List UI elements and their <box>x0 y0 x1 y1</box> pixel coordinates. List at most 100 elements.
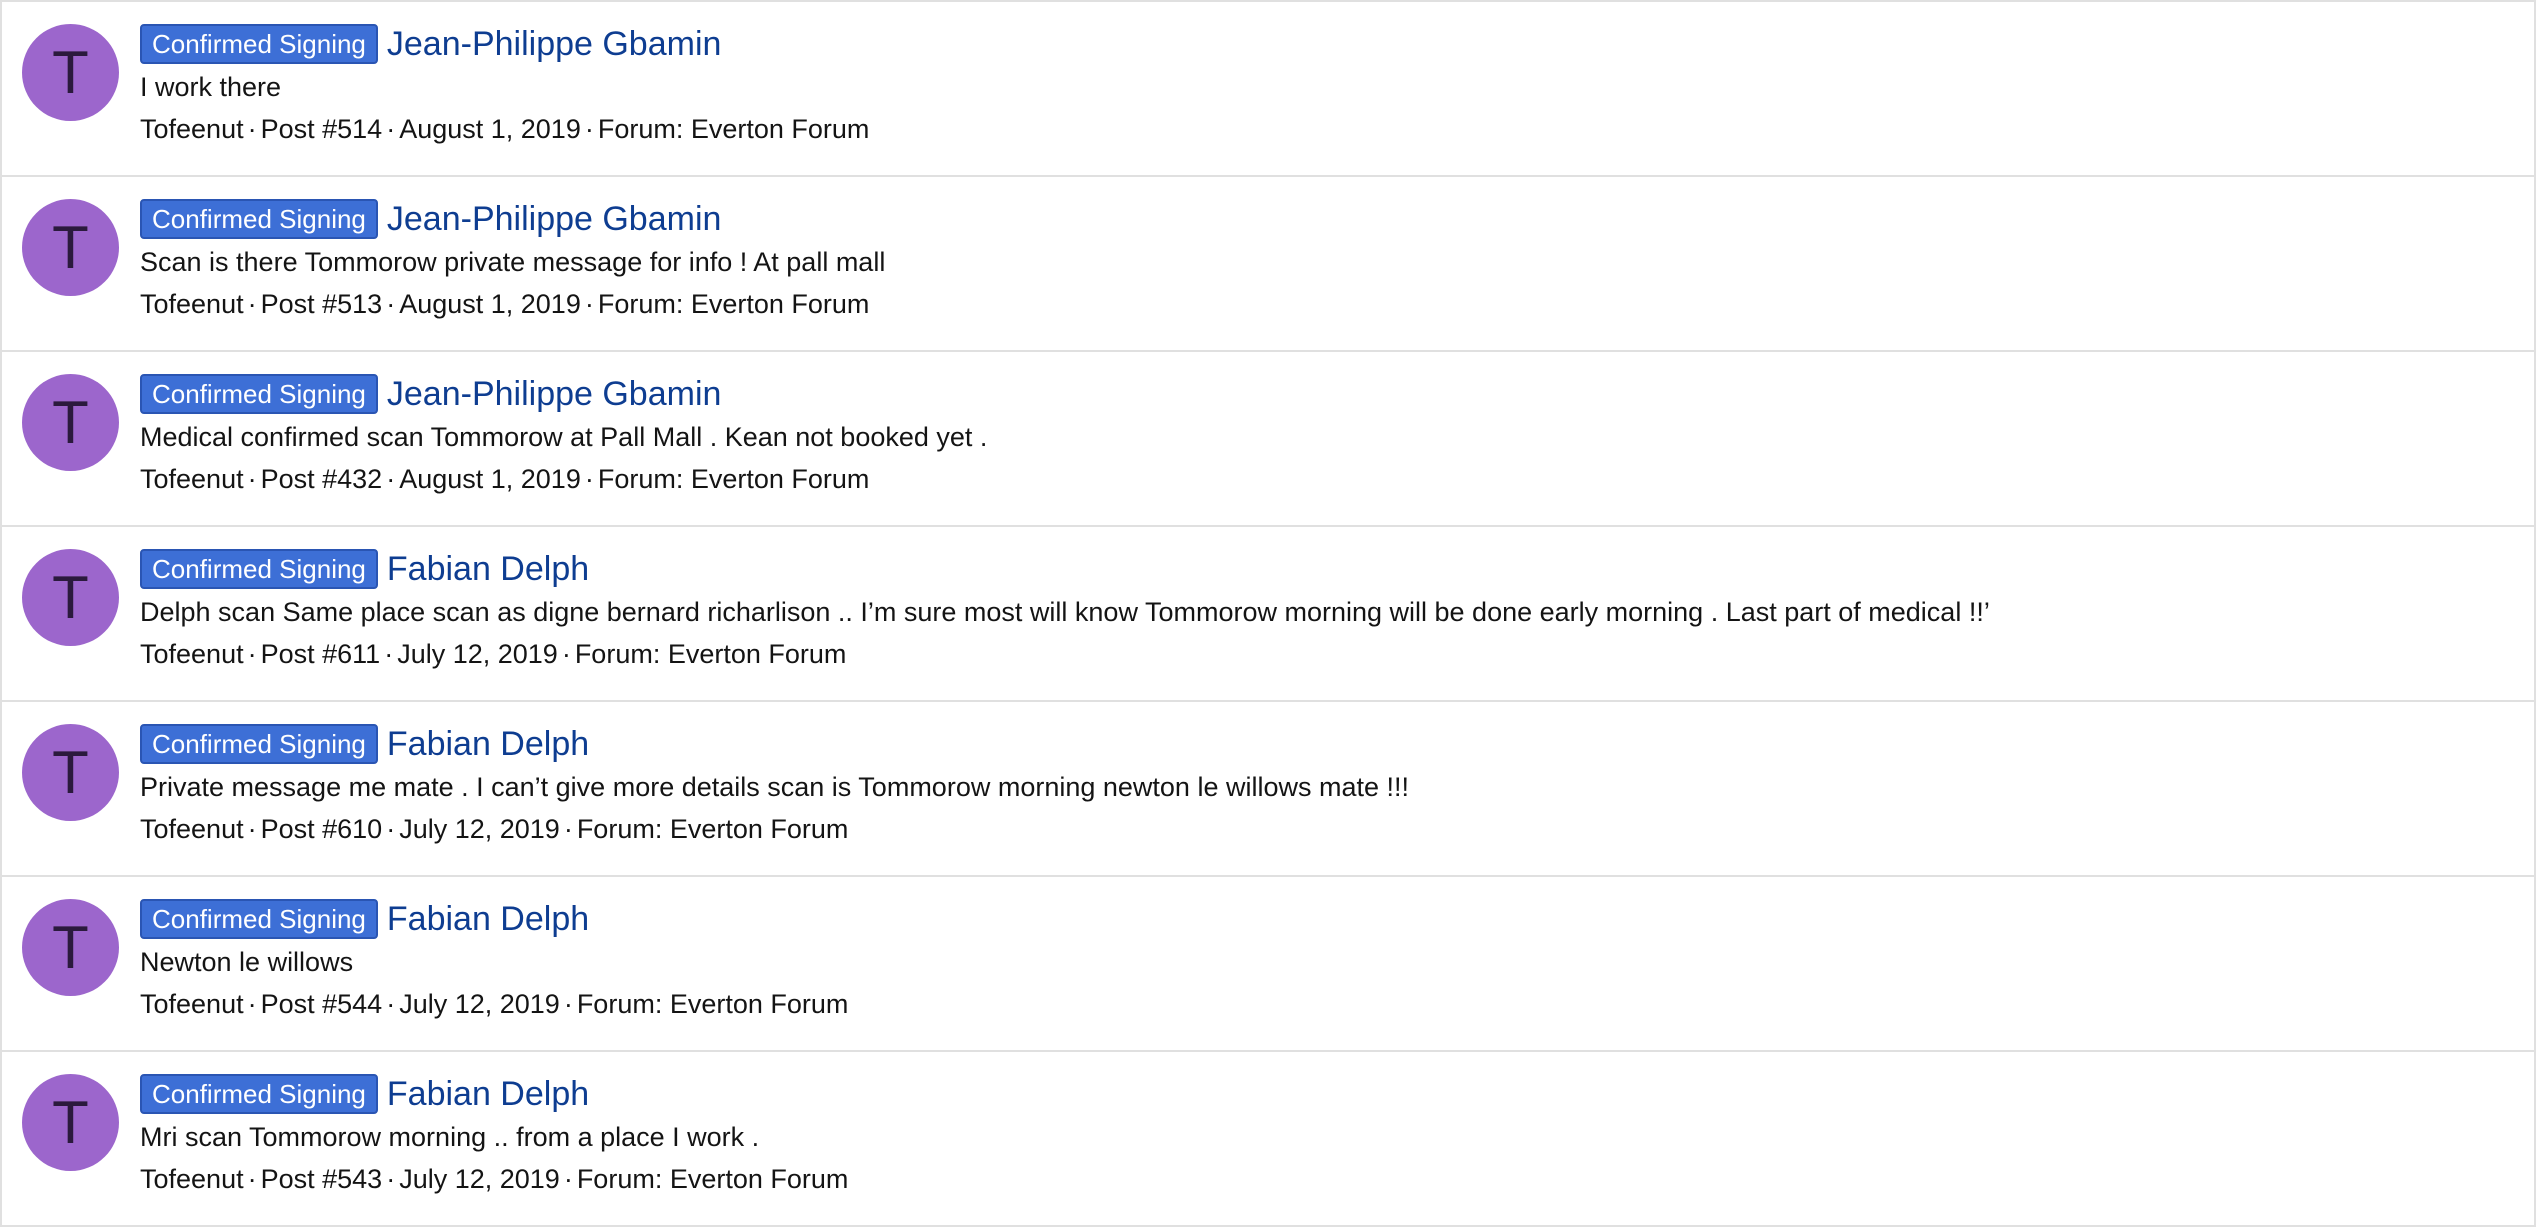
result-title: Confirmed Signing Jean-Philippe Gbamin <box>140 22 2514 66</box>
post-snippet[interactable]: Mri scan Tommorow morning .. from a plac… <box>140 1121 2514 1153</box>
meta-separator: · <box>247 989 257 1019</box>
meta-separator: · <box>584 464 594 494</box>
result-body: Confirmed Signing Jean-Philippe Gbamin Sca… <box>140 197 2514 320</box>
prefix-badge: Confirmed Signing <box>140 724 378 764</box>
result-meta: Tofeenut · Post #544 · July 12, 2019 · Forum: … <box>140 988 2514 1020</box>
meta-separator: · <box>386 814 396 844</box>
result-meta: Tofeenut · Post #543 · July 12, 2019 · Forum: … <box>140 1163 2514 1195</box>
search-result: T Confirmed Signing Jean-Philippe Gbamin Me… <box>2 350 2534 525</box>
result-body: Confirmed Signing Fabian Delph Mri scan To… <box>140 1072 2514 1195</box>
avatar[interactable]: T <box>22 1074 119 1171</box>
result-meta: Tofeenut · Post #432 · August 1, 2019 · Forum:… <box>140 463 2514 495</box>
avatar[interactable]: T <box>22 24 119 121</box>
search-results-list: T Confirmed Signing Jean-Philippe Gbamin I … <box>0 0 2536 1227</box>
author-link[interactable]: Tofeenut <box>140 814 244 844</box>
result-title: Confirmed Signing Fabian Delph <box>140 722 2514 766</box>
post-number-link[interactable]: Post #432 <box>261 464 383 494</box>
post-number-link[interactable]: Post #610 <box>261 814 383 844</box>
thread-title-link[interactable]: Fabian Delph <box>387 900 589 939</box>
post-number-link[interactable]: Post #513 <box>261 289 383 319</box>
prefix-badge: Confirmed Signing <box>140 1074 378 1114</box>
post-date: July 12, 2019 <box>397 639 558 669</box>
post-number-link[interactable]: Post #611 <box>261 639 381 669</box>
meta-separator: · <box>584 289 594 319</box>
result-body: Confirmed Signing Fabian Delph Private mes… <box>140 722 2514 845</box>
post-snippet[interactable]: Delph scan Same place scan as digne bern… <box>140 596 2514 628</box>
author-link[interactable]: Tofeenut <box>140 114 244 144</box>
author-link[interactable]: Tofeenut <box>140 289 244 319</box>
result-title: Confirmed Signing Jean-Philippe Gbamin <box>140 372 2514 416</box>
result-title: Confirmed Signing Fabian Delph <box>140 897 2514 941</box>
meta-separator: · <box>247 814 257 844</box>
forum-link[interactable]: Forum: Everton Forum <box>598 114 870 144</box>
meta-separator: · <box>247 114 257 144</box>
author-link[interactable]: Tofeenut <box>140 989 244 1019</box>
post-snippet[interactable]: Newton le willows <box>140 946 2514 978</box>
avatar[interactable]: T <box>22 549 119 646</box>
search-result: T Confirmed Signing Fabian Delph Delph scan… <box>2 525 2534 700</box>
author-link[interactable]: Tofeenut <box>140 1164 244 1194</box>
meta-separator: · <box>386 1164 396 1194</box>
forum-link[interactable]: Forum: Everton Forum <box>577 1164 849 1194</box>
post-snippet[interactable]: Scan is there Tommorow private message f… <box>140 246 2514 278</box>
post-date: August 1, 2019 <box>399 289 581 319</box>
thread-title-link[interactable]: Fabian Delph <box>387 1075 589 1114</box>
result-body: Confirmed Signing Fabian Delph Delph scan … <box>140 547 2514 670</box>
meta-separator: · <box>386 114 396 144</box>
result-meta: Tofeenut · Post #513 · August 1, 2019 · Forum:… <box>140 288 2514 320</box>
result-meta: Tofeenut · Post #611 · July 12, 2019 · Forum: … <box>140 638 2514 670</box>
meta-separator: · <box>561 639 571 669</box>
avatar[interactable]: T <box>22 374 119 471</box>
avatar[interactable]: T <box>22 899 119 996</box>
post-number-link[interactable]: Post #544 <box>261 989 383 1019</box>
search-result: T Confirmed Signing Fabian Delph Mri scan T… <box>2 1050 2534 1227</box>
post-date: July 12, 2019 <box>399 1164 560 1194</box>
meta-separator: · <box>386 289 396 319</box>
post-date: August 1, 2019 <box>399 114 581 144</box>
thread-title-link[interactable]: Fabian Delph <box>387 725 589 764</box>
forum-link[interactable]: Forum: Everton Forum <box>577 814 849 844</box>
post-number-link[interactable]: Post #514 <box>261 114 383 144</box>
thread-title-link[interactable]: Jean-Philippe Gbamin <box>387 200 722 239</box>
author-link[interactable]: Tofeenut <box>140 464 244 494</box>
prefix-badge: Confirmed Signing <box>140 549 378 589</box>
prefix-badge: Confirmed Signing <box>140 24 378 64</box>
meta-separator: · <box>247 464 257 494</box>
post-date: July 12, 2019 <box>399 989 560 1019</box>
post-date: July 12, 2019 <box>399 814 560 844</box>
meta-separator: · <box>563 1164 573 1194</box>
meta-separator: · <box>386 464 396 494</box>
prefix-badge: Confirmed Signing <box>140 899 378 939</box>
meta-separator: · <box>247 289 257 319</box>
meta-separator: · <box>584 114 594 144</box>
post-date: August 1, 2019 <box>399 464 581 494</box>
post-snippet[interactable]: I work there <box>140 71 2514 103</box>
forum-link[interactable]: Forum: Everton Forum <box>598 464 870 494</box>
meta-separator: · <box>563 989 573 1019</box>
post-snippet[interactable]: Private message me mate . I can’t give m… <box>140 771 2514 803</box>
thread-title-link[interactable]: Jean-Philippe Gbamin <box>387 375 722 414</box>
forum-link[interactable]: Forum: Everton Forum <box>577 989 849 1019</box>
result-title: Confirmed Signing Fabian Delph <box>140 547 2514 591</box>
avatar[interactable]: T <box>22 724 119 821</box>
thread-title-link[interactable]: Fabian Delph <box>387 550 589 589</box>
forum-link[interactable]: Forum: Everton Forum <box>598 289 870 319</box>
forum-link[interactable]: Forum: Everton Forum <box>575 639 847 669</box>
meta-separator: · <box>563 814 573 844</box>
result-meta: Tofeenut · Post #514 · August 1, 2019 · Forum:… <box>140 113 2514 145</box>
meta-separator: · <box>247 639 257 669</box>
meta-separator: · <box>247 1164 257 1194</box>
author-link[interactable]: Tofeenut <box>140 639 244 669</box>
avatar[interactable]: T <box>22 199 119 296</box>
search-result: T Confirmed Signing Jean-Philippe Gbamin Sc… <box>2 175 2534 350</box>
result-body: Confirmed Signing Jean-Philippe Gbamin I w… <box>140 22 2514 145</box>
result-title: Confirmed Signing Fabian Delph <box>140 1072 2514 1116</box>
search-result: T Confirmed Signing Fabian Delph Private me… <box>2 700 2534 875</box>
post-snippet[interactable]: Medical confirmed scan Tommorow at Pall … <box>140 421 2514 453</box>
thread-title-link[interactable]: Jean-Philippe Gbamin <box>387 25 722 64</box>
post-number-link[interactable]: Post #543 <box>261 1164 383 1194</box>
result-body: Confirmed Signing Fabian Delph Newton le w… <box>140 897 2514 1020</box>
result-title: Confirmed Signing Jean-Philippe Gbamin <box>140 197 2514 241</box>
meta-separator: · <box>384 639 394 669</box>
search-result: T Confirmed Signing Jean-Philippe Gbamin I … <box>2 0 2534 175</box>
